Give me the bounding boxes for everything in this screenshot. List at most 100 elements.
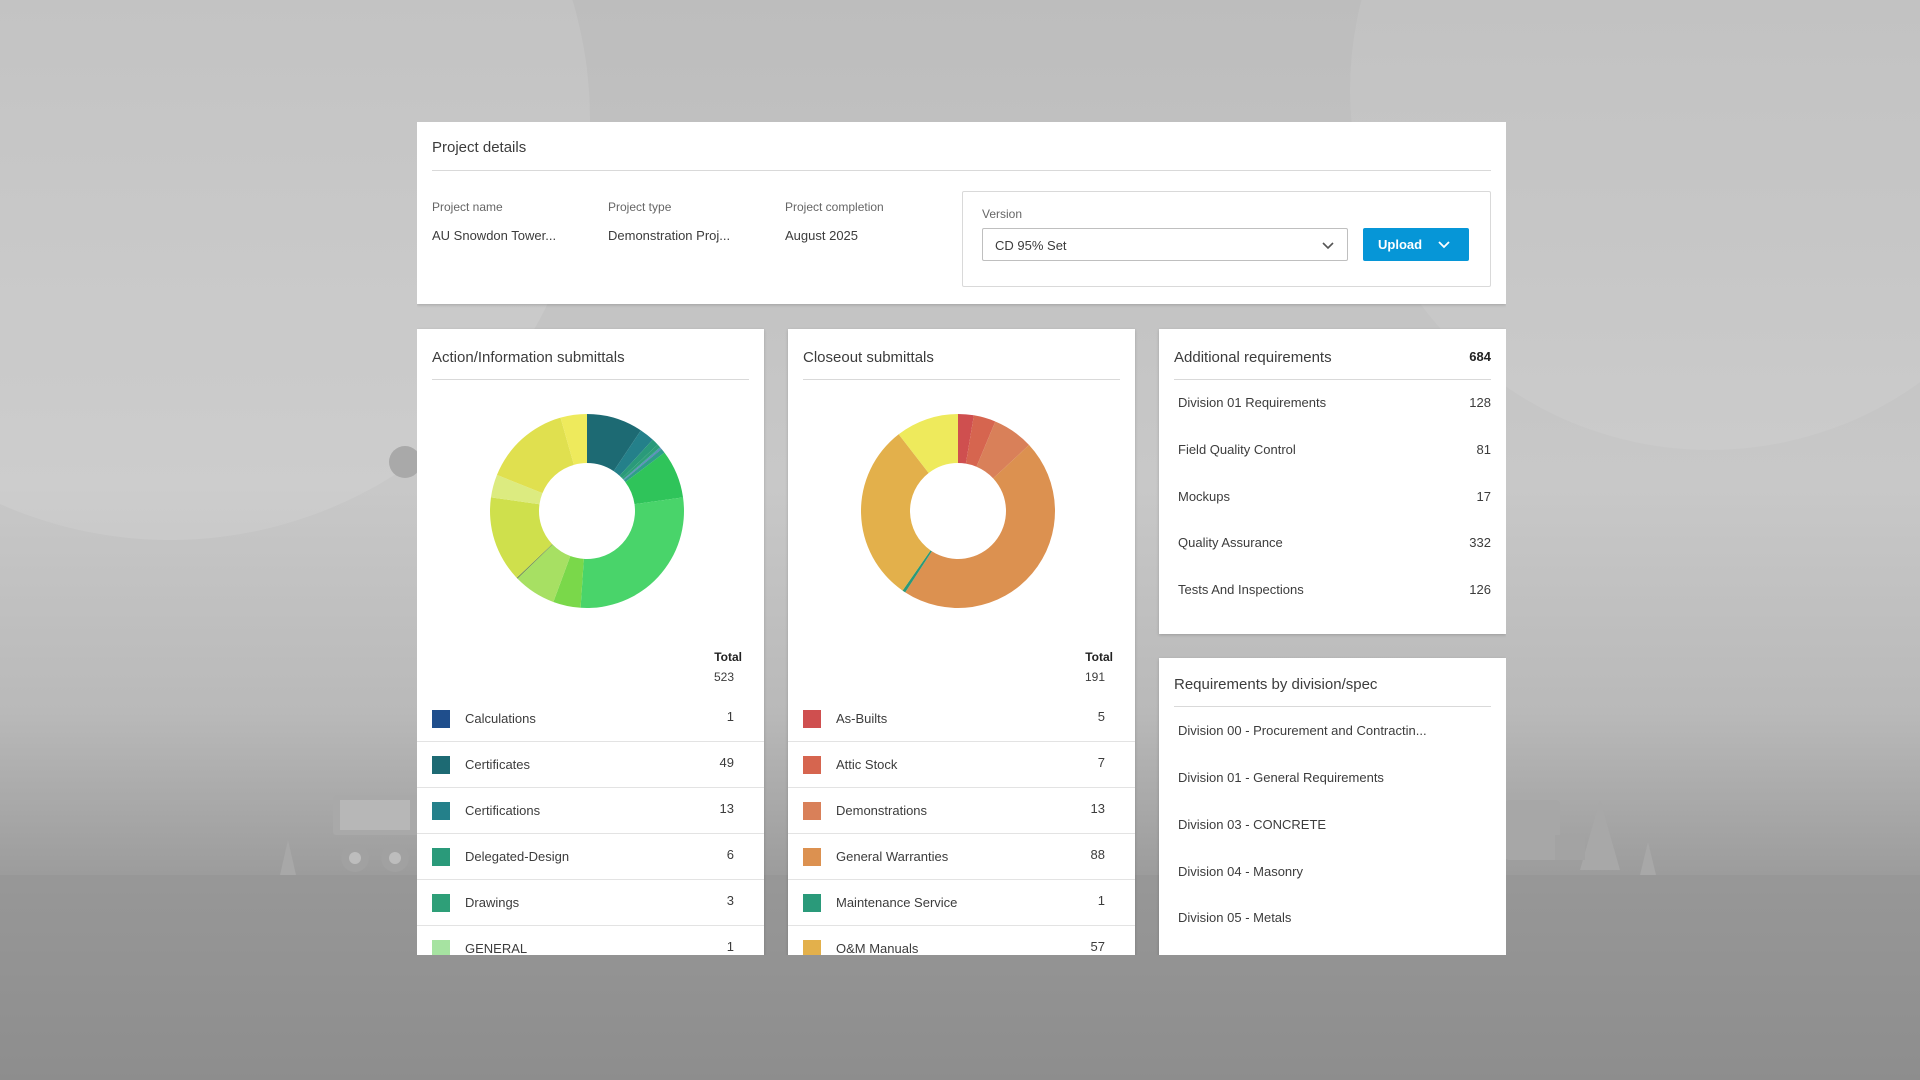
- legend-item-as-builts[interactable]: As-Builts 5: [788, 696, 1135, 742]
- legend-item-delegated-design[interactable]: Delegated-Design 6: [417, 834, 764, 880]
- legend-label: O&M Manuals: [836, 941, 919, 955]
- legend-item-om-manuals[interactable]: O&M Manuals 57: [788, 926, 1135, 955]
- requirement-count: 81: [1476, 442, 1491, 457]
- legend-label: General Warranties: [836, 849, 949, 864]
- project-type-value: Demonstration Proj...: [608, 228, 731, 243]
- legend-count: 13: [1090, 801, 1105, 816]
- division-row-00[interactable]: Division 00 - Procurement and Contractin…: [1178, 711, 1491, 751]
- legend-label: Attic Stock: [836, 757, 898, 772]
- legend-item-maintenance-service[interactable]: Maintenance Service 1: [788, 880, 1135, 926]
- legend-label: Drawings: [465, 895, 520, 910]
- legend-swatch: [432, 756, 450, 774]
- division-row-04[interactable]: Division 04 - Masonry: [1178, 852, 1491, 892]
- legend-item-calculations[interactable]: Calculations 1: [417, 696, 764, 742]
- legend-swatch: [432, 848, 450, 866]
- requirement-row-division-01[interactable]: Division 01 Requirements 128: [1178, 383, 1491, 423]
- action-submittals-card: Action/Information submittals Total 523 …: [417, 329, 764, 955]
- additional-requirements-title: Additional requirements: [1174, 349, 1332, 366]
- legend-label: Calculations: [465, 711, 536, 726]
- app-container: Project details Project name AU Snowdon …: [417, 122, 1506, 955]
- requirement-label: Mockups: [1178, 489, 1231, 504]
- project-completion-label: Project completion: [785, 200, 884, 214]
- closeout-submittals-card: Closeout submittals Total 191 As-Builts …: [788, 329, 1135, 955]
- legend-swatch: [432, 710, 450, 728]
- legend-count: 88: [1090, 847, 1105, 862]
- project-completion-value: August 2025: [785, 228, 859, 243]
- additional-requirements-card: Additional requirements 684 Division 01 …: [1159, 329, 1506, 634]
- action-total-value: 523: [713, 670, 734, 684]
- division-label: Division 00 - Procurement and Contractin…: [1178, 723, 1427, 738]
- action-total-label: Total: [714, 650, 742, 664]
- requirement-label: Quality Assurance: [1178, 535, 1283, 550]
- legend-label: Certificates: [465, 757, 531, 772]
- requirements-by-division-title: Requirements by division/spec: [1174, 676, 1378, 693]
- version-panel: Version CD 95% Set Upload: [962, 191, 1491, 287]
- closeout-submittals-title: Closeout submittals: [803, 349, 934, 366]
- project-details-card: Project details Project name AU Snowdon …: [417, 122, 1506, 304]
- legend-label: As-Builts: [836, 711, 888, 726]
- legend-count: 5: [1097, 709, 1105, 724]
- legend-item-drawings[interactable]: Drawings 3: [417, 880, 764, 926]
- upload-button-label: Upload: [1378, 237, 1423, 252]
- legend-count: 6: [726, 847, 734, 862]
- legend-swatch: [803, 894, 821, 912]
- requirement-row-tests-and-inspections[interactable]: Tests And Inspections 126: [1178, 570, 1491, 610]
- legend-swatch: [803, 802, 821, 820]
- requirement-count: 332: [1469, 535, 1491, 550]
- requirement-row-mockups[interactable]: Mockups 17: [1178, 477, 1491, 517]
- donut-slice[interactable]: [580, 497, 684, 608]
- version-select-value: CD 95% Set: [995, 238, 1067, 253]
- legend-count: 1: [1097, 893, 1105, 908]
- requirement-row-field-quality-control[interactable]: Field Quality Control 81: [1178, 430, 1491, 470]
- legend-count: 13: [719, 801, 734, 816]
- title-divider: [432, 379, 749, 380]
- legend-swatch: [803, 940, 821, 955]
- requirement-label: Field Quality Control: [1178, 442, 1296, 457]
- legend-swatch: [432, 802, 450, 820]
- project-name-label: Project name: [432, 200, 503, 214]
- division-row-05[interactable]: Division 05 - Metals: [1178, 898, 1491, 938]
- division-row-01[interactable]: Division 01 - General Requirements: [1178, 758, 1491, 798]
- legend-count: 3: [726, 893, 734, 908]
- legend-item-general-warranties[interactable]: General Warranties 88: [788, 834, 1135, 880]
- legend-swatch: [803, 848, 821, 866]
- chevron-down-icon: [1322, 242, 1334, 250]
- legend-count: 49: [719, 755, 734, 770]
- action-submittals-legend: Calculations 1 Certificates 49 Certifica…: [417, 696, 764, 955]
- legend-swatch: [432, 894, 450, 912]
- version-label: Version: [982, 207, 1023, 221]
- legend-label: GENERAL: [465, 941, 528, 955]
- division-row-03[interactable]: Division 03 - CONCRETE: [1178, 805, 1491, 845]
- legend-item-attic-stock[interactable]: Attic Stock 7: [788, 742, 1135, 788]
- division-label: Division 01 - General Requirements: [1178, 770, 1384, 785]
- legend-swatch: [432, 940, 450, 955]
- requirement-count: 126: [1469, 582, 1491, 597]
- project-type-label: Project type: [608, 200, 672, 214]
- requirements-by-division-card: Requirements by division/spec Division 0…: [1159, 658, 1506, 955]
- project-details-title: Project details: [432, 139, 527, 156]
- legend-count: 57: [1090, 939, 1105, 954]
- upload-button[interactable]: Upload: [1363, 228, 1469, 261]
- title-divider: [1174, 379, 1491, 380]
- closeout-total-value: 191: [1084, 670, 1105, 684]
- legend-label: Maintenance Service: [836, 895, 958, 910]
- action-submittals-donut-chart: [490, 414, 684, 608]
- action-submittals-title: Action/Information submittals: [432, 349, 625, 366]
- title-divider: [432, 170, 1491, 171]
- requirement-label: Tests And Inspections: [1178, 582, 1304, 597]
- version-select[interactable]: CD 95% Set: [982, 228, 1348, 261]
- closeout-total-label: Total: [1085, 650, 1113, 664]
- title-divider: [1174, 706, 1491, 707]
- legend-count: 1: [726, 939, 734, 954]
- legend-count: 7: [1097, 755, 1105, 770]
- legend-item-general[interactable]: GENERAL 1: [417, 926, 764, 955]
- legend-swatch: [803, 710, 821, 728]
- legend-item-certificates[interactable]: Certificates 49: [417, 742, 764, 788]
- requirement-row-quality-assurance[interactable]: Quality Assurance 332: [1178, 523, 1491, 563]
- legend-label: Delegated-Design: [465, 849, 570, 864]
- requirement-label: Division 01 Requirements: [1178, 395, 1327, 410]
- division-label: Division 04 - Masonry: [1178, 864, 1303, 879]
- project-name-value: AU Snowdon Tower...: [432, 228, 557, 243]
- legend-item-certifications[interactable]: Certifications 13: [417, 788, 764, 834]
- legend-item-demonstrations[interactable]: Demonstrations 13: [788, 788, 1135, 834]
